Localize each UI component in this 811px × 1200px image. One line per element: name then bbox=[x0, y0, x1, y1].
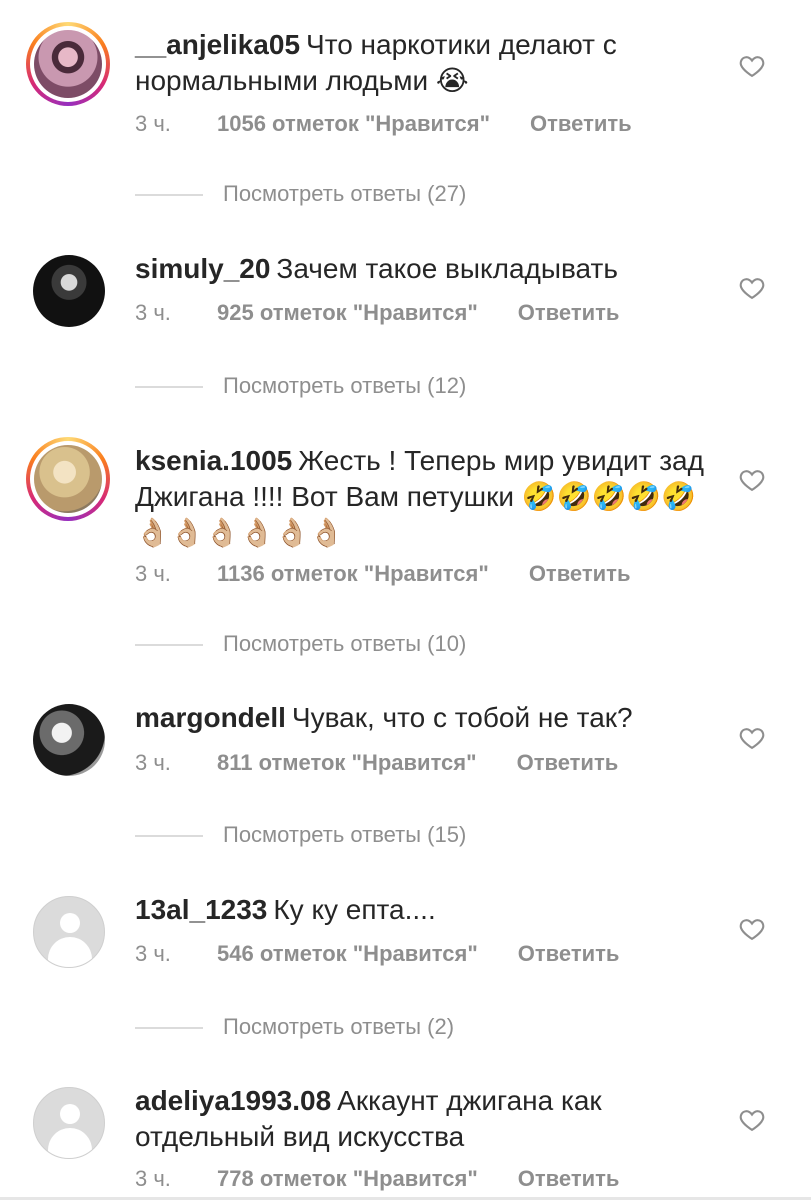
view-replies-label[interactable]: Посмотреть ответы (15) bbox=[223, 822, 466, 847]
comment-likes[interactable]: 778 отметок "Нравится" bbox=[217, 1166, 478, 1192]
comment-time: 3 ч. bbox=[135, 1166, 171, 1191]
view-replies-link[interactable]: Посмотреть ответы (10) bbox=[135, 631, 466, 657]
comment-meta: 3 ч. 546 отметок "Нравится" Ответить bbox=[135, 941, 619, 967]
reply-button[interactable]: Ответить bbox=[530, 111, 632, 136]
comment-text: Чувак, что с тобой не так? bbox=[291, 702, 633, 733]
comment-username[interactable]: __anjelika05 bbox=[135, 29, 300, 60]
comment-meta: 3 ч. 1056 отметок "Нравится" Ответить bbox=[135, 111, 632, 137]
comment-likes[interactable]: 1056 отметок "Нравится" bbox=[217, 111, 490, 137]
comment-username[interactable]: 13al_1233 bbox=[135, 894, 267, 925]
comment-text-block: simuly_20 Зачем такое выкладывать bbox=[135, 251, 695, 287]
avatar[interactable] bbox=[33, 1087, 105, 1159]
comment-time: 3 ч. bbox=[135, 941, 171, 966]
avatar[interactable] bbox=[33, 704, 105, 776]
comment-text-block: __anjelika05 Что наркотики делают с норма… bbox=[135, 27, 695, 99]
view-replies-label[interactable]: Посмотреть ответы (12) bbox=[223, 373, 466, 398]
comment-meta: 3 ч. 778 отметок "Нравится" Ответить bbox=[135, 1166, 619, 1192]
replies-divider bbox=[135, 386, 203, 389]
heart-icon[interactable] bbox=[738, 52, 766, 80]
heart-icon[interactable] bbox=[738, 466, 766, 494]
view-replies-label[interactable]: Посмотреть ответы (10) bbox=[223, 631, 466, 656]
comment-likes[interactable]: 546 отметок "Нравится" bbox=[217, 941, 478, 967]
replies-divider bbox=[135, 1027, 203, 1030]
comment-text-block: ksenia.1005 Жесть ! Теперь мир увидит зад… bbox=[135, 443, 705, 551]
comment-time: 3 ч. bbox=[135, 561, 171, 586]
replies-divider bbox=[135, 194, 203, 197]
replies-divider bbox=[135, 835, 203, 838]
comment-likes[interactable]: 811 отметок "Нравится" bbox=[217, 750, 477, 776]
heart-icon[interactable] bbox=[738, 274, 766, 302]
comment-text-block: 13al_1233 Ку ку епта.... bbox=[135, 892, 695, 928]
view-replies-label[interactable]: Посмотреть ответы (27) bbox=[223, 181, 466, 206]
comment-text: Ку ку епта.... bbox=[273, 894, 436, 925]
comment-text-block: adeliya1993.08 Аккаунт джигана как отдель… bbox=[135, 1083, 655, 1155]
comment-username[interactable]: simuly_20 bbox=[135, 253, 270, 284]
comment-text-block: margondell Чувак, что с тобой не так? bbox=[135, 700, 695, 736]
avatar[interactable] bbox=[26, 437, 110, 521]
comment-likes[interactable]: 1136 отметок "Нравится" bbox=[217, 561, 489, 587]
comment-text: Зачем такое выкладывать bbox=[276, 253, 618, 284]
comment-username[interactable]: margondell bbox=[135, 702, 286, 733]
comment-time: 3 ч. bbox=[135, 111, 171, 136]
reply-button[interactable]: Ответить bbox=[518, 1166, 620, 1191]
view-replies-link[interactable]: Посмотреть ответы (12) bbox=[135, 373, 466, 399]
reply-button[interactable]: Ответить bbox=[517, 750, 619, 775]
reply-button[interactable]: Ответить bbox=[518, 941, 620, 966]
view-replies-link[interactable]: Посмотреть ответы (15) bbox=[135, 822, 466, 848]
heart-icon[interactable] bbox=[738, 1106, 766, 1134]
view-replies-link[interactable]: Посмотреть ответы (27) bbox=[135, 181, 466, 207]
comment-time: 3 ч. bbox=[135, 300, 171, 325]
avatar[interactable] bbox=[33, 896, 105, 968]
comment-meta: 3 ч. 811 отметок "Нравится" Ответить bbox=[135, 750, 618, 776]
view-replies-label[interactable]: Посмотреть ответы (2) bbox=[223, 1014, 454, 1039]
comment-meta: 3 ч. 925 отметок "Нравится" Ответить bbox=[135, 300, 619, 326]
reply-button[interactable]: Ответить bbox=[518, 300, 620, 325]
comment-meta: 3 ч. 1136 отметок "Нравится" Ответить bbox=[135, 561, 630, 587]
comment-time: 3 ч. bbox=[135, 750, 171, 775]
view-replies-link[interactable]: Посмотреть ответы (2) bbox=[135, 1014, 454, 1040]
comment-likes[interactable]: 925 отметок "Нравится" bbox=[217, 300, 478, 326]
heart-icon[interactable] bbox=[738, 915, 766, 943]
avatar[interactable] bbox=[33, 255, 105, 327]
avatar[interactable] bbox=[26, 22, 110, 106]
replies-divider bbox=[135, 644, 203, 647]
reply-button[interactable]: Ответить bbox=[529, 561, 631, 586]
comment-username[interactable]: ksenia.1005 bbox=[135, 445, 292, 476]
heart-icon[interactable] bbox=[738, 724, 766, 752]
comment-username[interactable]: adeliya1993.08 bbox=[135, 1085, 331, 1116]
